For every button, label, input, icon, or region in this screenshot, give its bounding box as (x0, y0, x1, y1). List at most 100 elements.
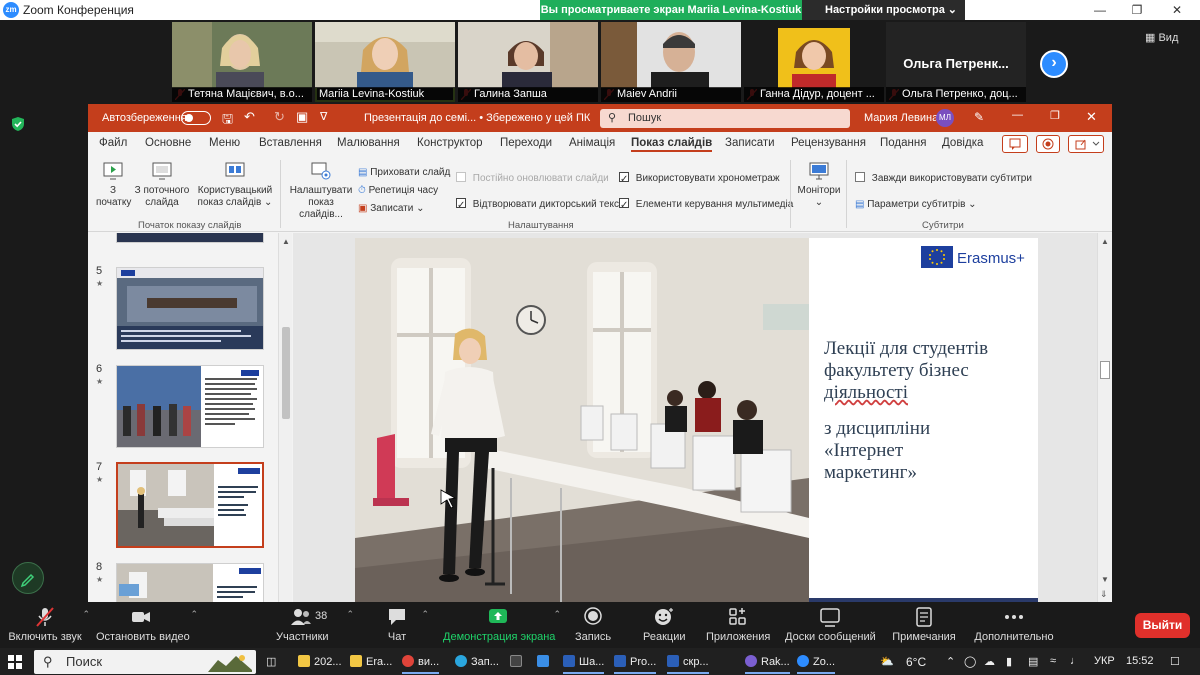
onedrive-icon[interactable]: ☁ (984, 655, 995, 668)
autosave-toggle[interactable] (181, 111, 211, 125)
setup-slide-show-button[interactable]: Налаштувати показ слайдів... (288, 160, 354, 221)
chevron-up-icon[interactable]: ⌃ (346, 609, 354, 620)
document-title[interactable]: Презентація до семі... • Збережено у цей… (364, 112, 590, 124)
record-button[interactable] (1036, 135, 1060, 153)
undo-icon[interactable]: ↶ (244, 109, 255, 125)
tab-view[interactable]: Подання (880, 137, 926, 149)
tab-design[interactable]: Конструктор (417, 137, 483, 149)
slide-scrollbar[interactable]: ▲ ▼ ⇓ (1097, 233, 1112, 602)
participant-tile[interactable]: Maiev Andrii (601, 22, 741, 102)
comments-button[interactable] (1002, 135, 1028, 153)
scroll-down-icon[interactable]: ▼ (1101, 575, 1109, 584)
play-narrations-checkbox[interactable]: ✓ Відтворювати дикторський текст (456, 198, 624, 212)
tab-record[interactable]: Записати (725, 137, 775, 149)
apps-button[interactable]: Приложения (706, 606, 770, 643)
tab-animations[interactable]: Анімація (569, 137, 615, 149)
custom-slide-show-button[interactable]: Користувацький показ слайдів ⌄ (196, 160, 274, 209)
tab-file[interactable]: Файл (99, 137, 127, 149)
pen-icon[interactable]: ✎ (974, 110, 984, 124)
tab-transitions[interactable]: Переходи (500, 137, 552, 149)
annotate-button[interactable] (12, 562, 44, 594)
taskbar-app[interactable]: Rak... (745, 655, 790, 674)
taskbar-app[interactable] (510, 655, 526, 668)
use-timings-checkbox[interactable]: ✓ Використовувати хронометраж (619, 172, 780, 186)
taskbar-app[interactable]: 202... (298, 655, 342, 668)
security-shield-icon[interactable] (10, 116, 26, 132)
media-controls-checkbox[interactable]: ✓ Елементи керування мультимедіа (619, 198, 793, 212)
chevron-up-icon[interactable]: ⌃ (190, 609, 198, 620)
subtitle-settings-button[interactable]: ▤ Параметри субтитрів ⌄ (855, 198, 977, 212)
battery-icon[interactable]: ▮ (1006, 655, 1012, 668)
chevron-up-icon[interactable]: ⌃ (421, 609, 429, 620)
customize-toolbar-icon[interactable]: ∇ (320, 110, 327, 123)
participant-tile[interactable]: Тетяна Мацієвич, в.о... (172, 22, 312, 102)
taskbar-app[interactable]: Зап... (455, 655, 499, 668)
participants-button[interactable]: Участники 38 ⌃ (276, 606, 354, 643)
maximize-button[interactable]: ❐ (1122, 1, 1152, 19)
slide-thumbnail-selected[interactable] (116, 462, 264, 548)
tab-help[interactable]: Довідка (942, 137, 983, 149)
slide-text-block[interactable]: Лекції для студентів факультету бізнес д… (824, 338, 1024, 498)
chat-button[interactable]: Чат ⌃ (385, 606, 429, 643)
monitors-button[interactable]: Монітори ⌄ (796, 160, 842, 209)
scroll-up-icon[interactable]: ▲ (1101, 237, 1109, 246)
participant-tile[interactable]: Галина Запша (458, 22, 598, 102)
notes-button[interactable]: Примечания (892, 606, 956, 643)
tab-review[interactable]: Рецензування (791, 137, 866, 149)
taskbar-app[interactable]: Zo... (797, 655, 836, 674)
chevron-up-icon[interactable]: ⌃ (553, 609, 561, 620)
tab-insert[interactable]: Вставлення (259, 137, 322, 149)
tab-menu[interactable]: Меню (209, 137, 240, 149)
record-dropdown-button[interactable]: ▣ Записати ⌄ (358, 202, 425, 216)
close-ppt-button[interactable]: ✕ (1086, 109, 1097, 125)
reactions-button[interactable]: Реакции (643, 606, 686, 643)
taskbar-app[interactable]: Ша... (563, 655, 605, 674)
save-icon[interactable]: 🖫 (222, 110, 233, 132)
redo-icon[interactable]: ↻ (274, 109, 285, 125)
share-screen-button[interactable]: Демонстрация экрана ⌃ (443, 606, 561, 643)
view-button[interactable]: ▦ Вид (1145, 31, 1178, 44)
scroll-up-icon[interactable]: ▲ (282, 237, 290, 246)
taskbar-app[interactable] (537, 655, 553, 668)
start-slideshow-icon[interactable]: ▣ (296, 109, 308, 125)
windows-start-icon[interactable] (8, 655, 22, 669)
scrollbar-thumb[interactable] (282, 327, 290, 419)
from-current-slide-button[interactable]: З поточного слайда (132, 160, 192, 209)
participant-tile[interactable]: Ганна Дідур, доцент ... (744, 22, 884, 102)
chevron-up-icon[interactable]: ⌃ (946, 655, 955, 668)
participant-tile-active-speaker[interactable]: Mariia Levina-Kostiuk (315, 22, 455, 102)
task-view-icon[interactable]: ◫ (266, 655, 276, 668)
taskbar-app[interactable]: Pro... (614, 655, 657, 674)
taskbar-app[interactable]: Era... (350, 655, 392, 668)
volume-icon[interactable]: ♩ (1070, 655, 1081, 667)
tab-slide-show[interactable]: Показ слайдів (631, 137, 713, 152)
network-icon[interactable]: ▤ (1028, 655, 1038, 668)
user-name[interactable]: Мария Левина (864, 112, 938, 124)
always-subtitles-checkbox[interactable]: Завжди використовувати субтитри (855, 172, 1032, 186)
from-beginning-button[interactable]: З початку (96, 160, 131, 209)
slide-thumbnail[interactable] (116, 365, 264, 448)
weather-icon[interactable]: ⛅ (880, 655, 894, 668)
ppt-search-input[interactable]: ⚲ Пошук (600, 109, 850, 128)
restore-ppt-button[interactable]: ❐ (1050, 109, 1060, 122)
taskbar-app[interactable]: скр... (667, 655, 709, 674)
record-meeting-button[interactable]: Запись (575, 606, 611, 643)
whiteboards-button[interactable]: Доски сообщений (785, 606, 876, 643)
unmute-button[interactable]: Включить звук ⌃ (8, 606, 90, 643)
next-page-button[interactable]: › (1040, 50, 1068, 78)
tab-draw[interactable]: Малювання (337, 137, 400, 149)
current-slide[interactable]: Erasmus+ Лекції для студентів факультету… (355, 238, 1038, 602)
stop-video-button[interactable]: Остановить видео ⌃ (96, 606, 198, 643)
taskbar-app[interactable]: ви... (402, 655, 440, 674)
thumbnails-scrollbar[interactable]: ▲ (278, 233, 292, 602)
slide-thumbnail[interactable] (116, 267, 264, 350)
leave-meeting-button[interactable]: Выйти (1135, 613, 1190, 638)
slide-thumbnail[interactable] (116, 563, 264, 602)
rehearse-timings-button[interactable]: ⏱ Репетиція часу (358, 184, 438, 198)
keep-updated-checkbox[interactable]: Постійно оновлювати слайди (456, 172, 609, 186)
next-slide-icon[interactable]: ⇓ (1100, 589, 1108, 600)
minimize-ppt-button[interactable]: — (1012, 109, 1023, 121)
notifications-icon[interactable]: ☐ (1170, 655, 1180, 668)
weather-temperature[interactable]: 6°C (906, 655, 926, 669)
avatar[interactable]: МЛ (936, 109, 954, 127)
